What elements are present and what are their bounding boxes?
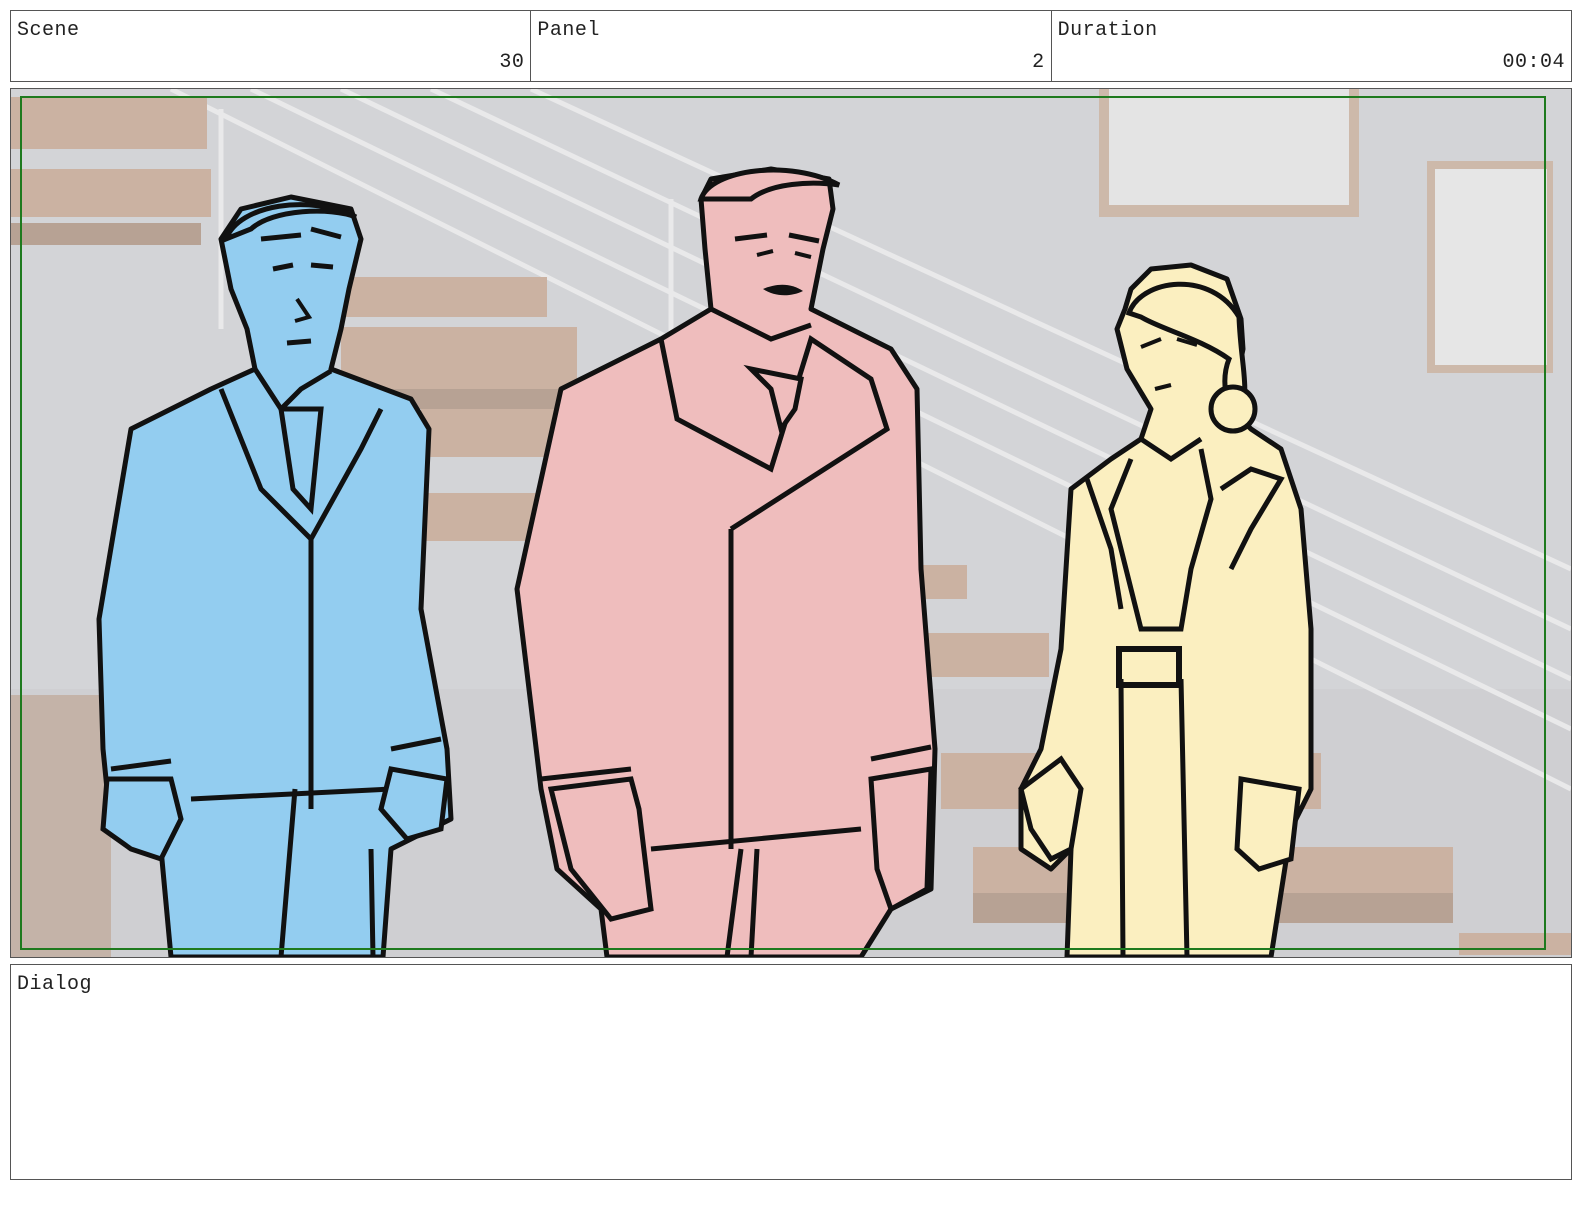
duration-value[interactable]: 00:04 — [1502, 51, 1565, 74]
dialog-box[interactable]: Dialog — [10, 964, 1572, 1180]
duration-cell: Duration 00:04 — [1052, 11, 1571, 81]
wall-picture-small — [1427, 161, 1553, 373]
panel-number[interactable]: 2 — [1032, 51, 1045, 74]
panel-cell: Panel 2 — [531, 11, 1052, 81]
duration-label: Duration — [1057, 19, 1158, 42]
scene-cell: Scene 30 — [11, 11, 532, 81]
scene-number[interactable]: 30 — [499, 51, 524, 74]
panel-header: Scene 30 Panel 2 Duration 00:04 — [10, 10, 1572, 82]
storyboard-artwork — [11, 89, 1571, 957]
scene-label: Scene — [17, 19, 80, 42]
panel-label: Panel — [537, 19, 600, 42]
wall-picture-large — [1099, 89, 1359, 217]
dialog-label: Dialog — [17, 973, 93, 996]
storyboard-frame[interactable] — [10, 88, 1572, 958]
